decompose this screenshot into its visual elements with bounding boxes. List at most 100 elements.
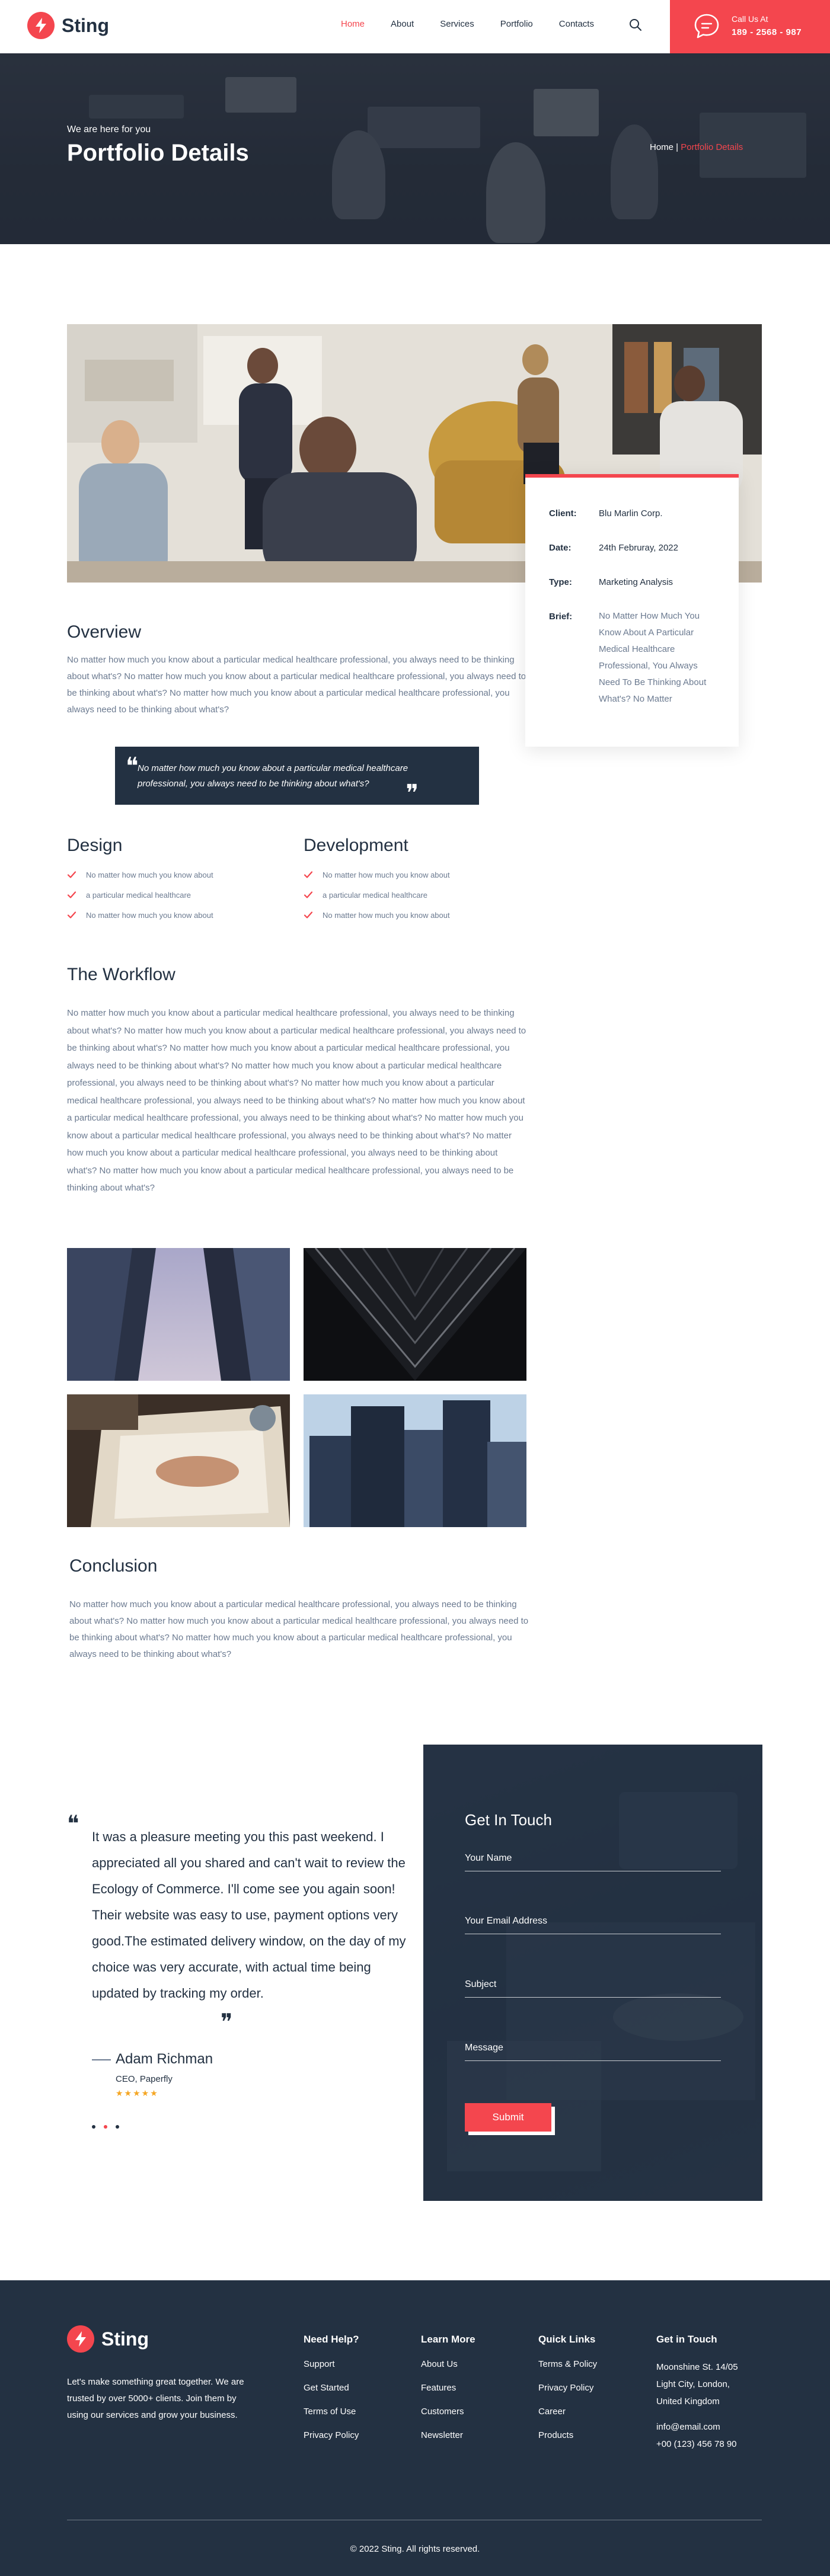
- email-field[interactable]: [465, 1908, 721, 1934]
- footer-link[interactable]: Privacy Policy: [538, 2382, 597, 2394]
- footer-email[interactable]: info@email.com: [656, 2418, 738, 2436]
- list-item-text: No matter how much you know about: [86, 870, 213, 879]
- email-input[interactable]: [465, 1908, 721, 1934]
- name-field[interactable]: [465, 1845, 721, 1871]
- conclusion-title: Conclusion: [69, 1556, 158, 1576]
- footer-link[interactable]: About Us: [421, 2359, 475, 2370]
- logo[interactable]: Sting: [27, 12, 109, 39]
- page-title: Portfolio Details: [67, 140, 249, 166]
- nav-item-portfolio[interactable]: Portfolio: [500, 19, 533, 29]
- footer-link[interactable]: Features: [421, 2382, 475, 2394]
- list-item: No matter how much you know about: [67, 905, 213, 925]
- footer-address-line: United Kingdom: [656, 2396, 720, 2407]
- info-row-date: Date: 24th Februray, 2022: [549, 543, 678, 553]
- name-input[interactable]: [465, 1845, 721, 1871]
- call-number[interactable]: 189 - 2568 - 987: [732, 27, 802, 37]
- slider-dot-active[interactable]: [104, 2125, 107, 2129]
- breadcrumb-home[interactable]: Home: [650, 142, 673, 152]
- slider-dot[interactable]: [92, 2125, 95, 2129]
- form-title: Get In Touch: [465, 1811, 552, 1829]
- check-icon: [67, 891, 76, 898]
- logo-text: Sting: [101, 2328, 149, 2350]
- nav-item-about[interactable]: About: [391, 19, 414, 29]
- footer-address-line: Light City, London,: [656, 2379, 730, 2389]
- nav-item-contacts[interactable]: Contacts: [559, 19, 594, 29]
- list-item-text: No matter how much you know about: [323, 870, 450, 879]
- list-item-text: No matter how much you know about: [86, 910, 213, 920]
- subject-field[interactable]: [465, 1972, 721, 1998]
- footer-link[interactable]: Terms & Policy: [538, 2359, 597, 2370]
- workflow-text: No matter how much you know about a part…: [67, 1008, 526, 1193]
- quote-open-icon: ❝: [126, 753, 139, 780]
- info-value: 24th Februray, 2022: [599, 543, 678, 553]
- search-icon[interactable]: [628, 18, 643, 32]
- message-input[interactable]: [465, 2035, 721, 2060]
- nav-item-home[interactable]: Home: [341, 19, 365, 29]
- footer-col-title: Get in Touch: [656, 2334, 717, 2345]
- breadcrumb-current: Portfolio Details: [681, 142, 743, 152]
- workflow-title: The Workflow: [67, 965, 175, 984]
- submit-button-wrap: Submit: [465, 2103, 555, 2135]
- call-us-box[interactable]: Call Us At 189 - 2568 - 987: [670, 0, 830, 53]
- development-list: No matter how much you know about a part…: [304, 865, 450, 925]
- footer-col-learn: Learn More About Us Features Customers N…: [421, 2334, 475, 2453]
- footer-link[interactable]: Terms of Use: [304, 2406, 359, 2418]
- info-row-type: Type: Marketing Analysis: [549, 577, 673, 587]
- slider-dot[interactable]: [116, 2125, 119, 2129]
- footer-logo[interactable]: Sting: [67, 2325, 149, 2353]
- highlight-quote: ❝ No matter how much you know about a pa…: [115, 747, 479, 807]
- info-label: Brief:: [549, 612, 573, 622]
- nav-item-services[interactable]: Services: [440, 19, 474, 29]
- list-item-text: a particular medical healthcare: [323, 890, 428, 900]
- development-title: Development: [304, 836, 408, 855]
- info-row-brief: Brief: No Matter How Much You Know About…: [549, 611, 717, 708]
- footer-col-quick: Quick Links Terms & Policy Privacy Polic…: [538, 2334, 597, 2453]
- info-label: Client:: [549, 508, 577, 519]
- info-label: Type:: [549, 577, 572, 587]
- copyright: © 2022 Sting. All rights reserved.: [350, 2544, 480, 2554]
- footer-phone[interactable]: +00 (123) 456 78 90: [656, 2436, 738, 2453]
- overview-text: No matter how much you know about a part…: [67, 655, 526, 715]
- gallery-image: [304, 1394, 526, 1527]
- footer-col-help: Need Help? Support Get Started Terms of …: [304, 2334, 359, 2453]
- project-info-card: Client: Blu Marlin Corp. Date: 24th Febr…: [525, 474, 739, 747]
- footer-col-title: Need Help?: [304, 2334, 359, 2345]
- subject-input[interactable]: [465, 1972, 721, 1997]
- footer-link[interactable]: Career: [538, 2406, 597, 2418]
- submit-button[interactable]: Submit: [465, 2103, 551, 2132]
- conclusion-text: No matter how much you know about a part…: [69, 1599, 529, 1659]
- footer-col-title: Learn More: [421, 2334, 475, 2345]
- footer-link[interactable]: Products: [538, 2430, 597, 2441]
- info-label: Date:: [549, 543, 572, 553]
- list-item-text: a particular medical healthcare: [86, 890, 191, 900]
- footer-link[interactable]: Customers: [421, 2406, 475, 2418]
- lightning-icon: [27, 12, 55, 39]
- footer-col-title: Quick Links: [538, 2334, 596, 2345]
- footer-description: Let's make something great together. We …: [67, 2377, 244, 2420]
- footer-link[interactable]: Privacy Policy: [304, 2430, 359, 2441]
- list-item: No matter how much you know about: [304, 865, 450, 885]
- info-row-client: Client: Blu Marlin Corp.: [549, 508, 663, 519]
- info-value: Blu Marlin Corp.: [599, 508, 663, 519]
- breadcrumb: Home | Portfolio Details: [650, 142, 743, 152]
- testimonial-text: It was a pleasure meeting you this past …: [92, 1829, 406, 2001]
- message-field[interactable]: [465, 2035, 721, 2061]
- check-icon: [67, 871, 76, 878]
- footer-link[interactable]: Newsletter: [421, 2430, 475, 2441]
- quote-open-icon: ❝: [67, 1810, 79, 1836]
- footer-link[interactable]: Get Started: [304, 2382, 359, 2394]
- site-header: Sting Home About Services Portfolio Cont…: [0, 0, 830, 53]
- footer-address-line: Moonshine St. 14/05: [656, 2362, 738, 2372]
- info-value: No Matter How Much You Know About A Part…: [599, 611, 707, 704]
- info-value: Marketing Analysis: [599, 577, 673, 587]
- footer-link[interactable]: Support: [304, 2359, 359, 2370]
- gallery-image: [67, 1248, 290, 1381]
- quote-close-icon: ❞: [406, 780, 419, 807]
- contact-form: Get In Touch Submit: [423, 1745, 762, 2201]
- testimonial-role: CEO, Paperfly: [116, 2074, 173, 2084]
- check-icon: [67, 911, 76, 919]
- logo-text: Sting: [62, 14, 109, 36]
- check-icon: [304, 891, 313, 898]
- overview-title: Overview: [67, 622, 142, 642]
- page-hero: We are here for you Portfolio Details Ho…: [0, 53, 830, 244]
